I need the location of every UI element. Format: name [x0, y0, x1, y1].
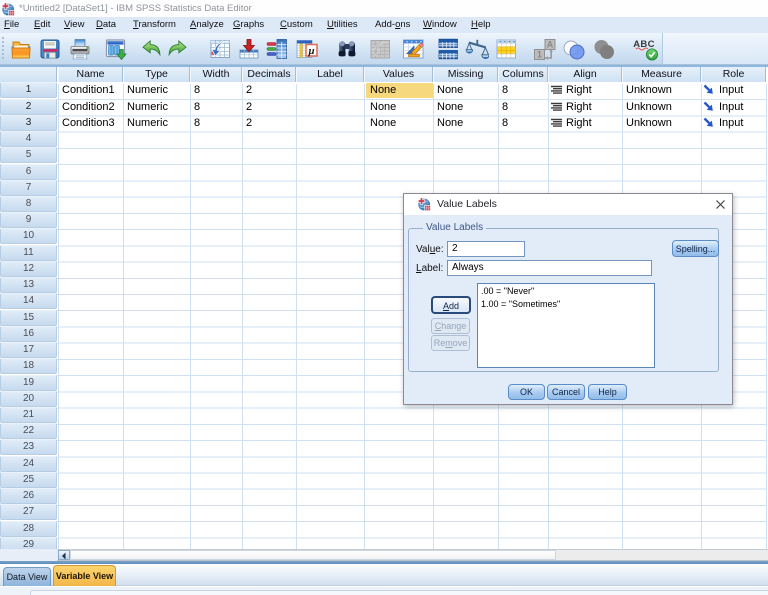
svg-text:1: 1 [537, 50, 542, 60]
svg-text:A: A [547, 40, 554, 50]
svg-text:μ: μ [308, 45, 315, 57]
